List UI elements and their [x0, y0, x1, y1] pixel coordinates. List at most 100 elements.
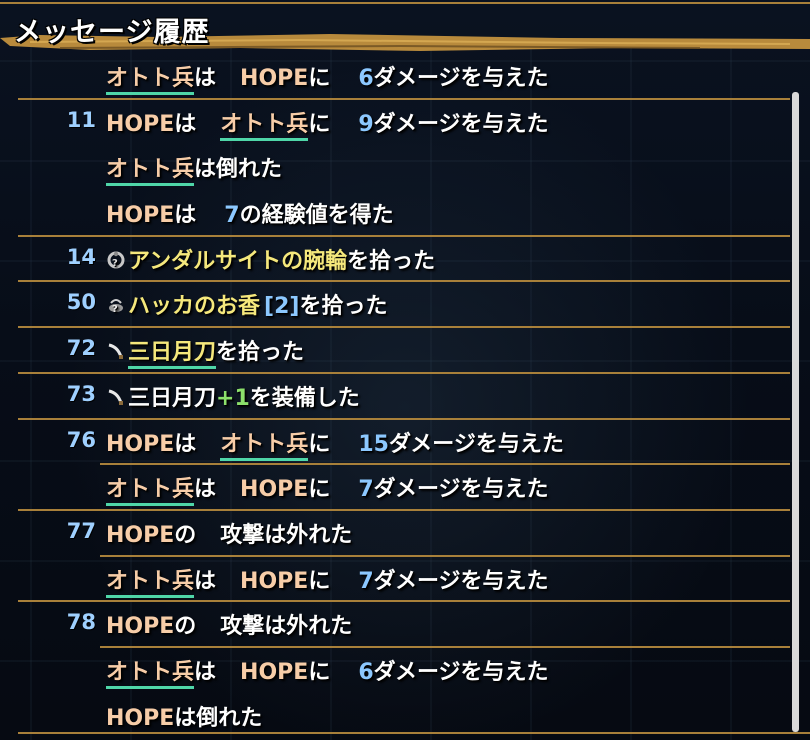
log-row: オトト兵は HOPEに 7ダメージを与えた	[0, 557, 790, 603]
log-message: 三日月刀を拾った	[106, 334, 304, 370]
page-title: メッセージ履歴	[14, 17, 210, 48]
log-row: HOPEは 7の経験値を得た	[0, 191, 790, 237]
message-history-screen: メッセージ履歴 オトト兵は HOPEに 6ダメージを与えた 11 HOPEは オトト兵に 9…	[0, 0, 810, 740]
message-text: は	[194, 659, 217, 685]
character-name: HOPE	[106, 614, 175, 640]
enemy-name: オトト兵	[106, 659, 195, 689]
log-row: 11 HOPEは オトト兵に 9ダメージを与えた	[0, 100, 790, 146]
message-log[interactable]: オトト兵は HOPEに 6ダメージを与えた 11 HOPEは オトト兵に 9ダメージを与えた…	[0, 54, 790, 739]
message-text: 攻撃は外れた	[220, 614, 353, 640]
message-text: は	[194, 568, 217, 594]
message-text: に	[308, 431, 331, 457]
message-text: は	[174, 111, 197, 137]
message-text: ダメージを与えた	[373, 659, 549, 685]
enemy-name: オトト兵	[220, 431, 309, 461]
number-value: 9	[358, 111, 374, 137]
message-text: の	[174, 614, 197, 640]
message-text: ダメージを与えた	[373, 568, 549, 594]
number-value: 7	[224, 203, 240, 229]
number-value: 7	[358, 477, 374, 503]
item-name: 三日月刀	[128, 340, 217, 370]
log-message: オトト兵は HOPEに 6ダメージを与えた	[106, 60, 549, 95]
message-text: ダメージを与えた	[373, 477, 549, 503]
log-row: オトト兵は HOPEに 7ダメージを与えた	[0, 465, 790, 511]
character-name: HOPE	[106, 111, 175, 137]
message-text: に	[308, 111, 331, 137]
message-text: に	[308, 477, 331, 503]
message-text: 攻撃は外れた	[220, 522, 353, 548]
message-text: を拾った	[347, 248, 436, 274]
character-name: HOPE	[106, 705, 175, 731]
log-row: 76 HOPEは オトト兵に 15ダメージを与えた	[0, 420, 790, 466]
log-row: 77 HOPEの 攻撃は外れた	[0, 511, 790, 557]
enemy-name: オトト兵	[106, 568, 195, 598]
log-row: オトト兵は HOPEに 6ダメージを与えた	[0, 648, 790, 694]
log-row: 78 HOPEの 攻撃は外れた	[0, 602, 790, 648]
log-message: 三日月刀+1を装備した	[106, 380, 360, 412]
bracelet-icon: ?	[106, 250, 126, 270]
log-message: オトト兵は HOPEに 7ダメージを与えた	[106, 563, 549, 598]
turn-number: 78	[66, 610, 96, 635]
message-text: は	[174, 431, 197, 457]
message-text: の経験値を得た	[239, 203, 394, 229]
message-text: に	[308, 568, 331, 594]
message-text: を拾った	[299, 294, 388, 320]
log-message: HOPEの 攻撃は外れた	[106, 517, 352, 549]
number-value: 7	[358, 568, 374, 594]
turn-number: 14	[66, 244, 96, 269]
log-message: ? アンダルサイトの腕輪を拾った	[106, 243, 435, 275]
message-text: 三日月刀	[128, 385, 217, 411]
turn-number: 50	[66, 290, 96, 315]
character-name: HOPE	[106, 522, 175, 548]
svg-text:?: ?	[112, 304, 118, 315]
bottom-divider	[18, 732, 810, 734]
message-text: に	[308, 659, 331, 685]
message-text: の	[174, 522, 197, 548]
header: メッセージ履歴	[0, 4, 810, 51]
log-message: オトト兵は HOPEに 7ダメージを与えた	[106, 471, 549, 507]
character-name: HOPE	[106, 203, 175, 229]
log-message: オトト兵は HOPEに 6ダメージを与えた	[106, 654, 549, 689]
character-name: HOPE	[240, 66, 309, 91]
number-value: 15	[358, 431, 389, 457]
number-value: 6	[358, 66, 374, 91]
number-value: 6	[358, 659, 374, 685]
message-text: は	[194, 66, 217, 91]
turn-number: 77	[66, 518, 96, 543]
sword-icon	[106, 341, 126, 361]
enhancement-value: +1	[216, 385, 250, 411]
log-message: オトト兵は倒れた	[106, 151, 283, 187]
enemy-name: オトト兵	[106, 66, 195, 95]
log-message: HOPEは倒れた	[106, 700, 262, 732]
sword-icon	[106, 387, 126, 407]
message-text: は倒れた	[194, 157, 283, 183]
enemy-name: オトト兵	[220, 111, 309, 141]
turn-number: 72	[66, 336, 96, 361]
log-message: ? ハッカのお香 [2]を拾った	[106, 288, 387, 320]
log-row: 14? アンダルサイトの腕輪を拾った	[0, 237, 790, 283]
message-text: は	[194, 477, 217, 503]
enemy-name: オトト兵	[106, 477, 195, 507]
log-row: 72 三日月刀を拾った	[0, 328, 790, 374]
svg-text:?: ?	[112, 258, 118, 269]
message-text: ダメージを与えた	[373, 66, 549, 91]
log-row: 50 ? ハッカのお香 [2]を拾った	[0, 282, 790, 329]
item-name: アンダルサイトの腕輪	[128, 248, 348, 274]
message-text: は	[174, 203, 197, 229]
message-text: ダメージを与えた	[373, 111, 549, 137]
turn-number: 11	[66, 107, 96, 132]
message-text: を装備した	[249, 385, 360, 411]
message-text: ダメージを与えた	[388, 431, 564, 457]
number-value: [2]	[264, 294, 300, 320]
message-text: は倒れた	[174, 705, 263, 731]
message-text: に	[308, 66, 331, 91]
turn-number: 76	[66, 427, 96, 452]
log-row: 73 三日月刀+1を装備した	[0, 374, 790, 420]
log-message: HOPEは 7の経験値を得た	[106, 197, 394, 229]
log-message: HOPEの 攻撃は外れた	[106, 608, 352, 640]
turn-number: 73	[66, 381, 96, 406]
scrollbar[interactable]	[792, 92, 799, 732]
log-message: HOPEは オトト兵に 9ダメージを与えた	[106, 106, 549, 141]
enemy-name: オトト兵	[106, 157, 195, 187]
log-message: HOPEは オトト兵に 15ダメージを与えた	[106, 426, 564, 461]
